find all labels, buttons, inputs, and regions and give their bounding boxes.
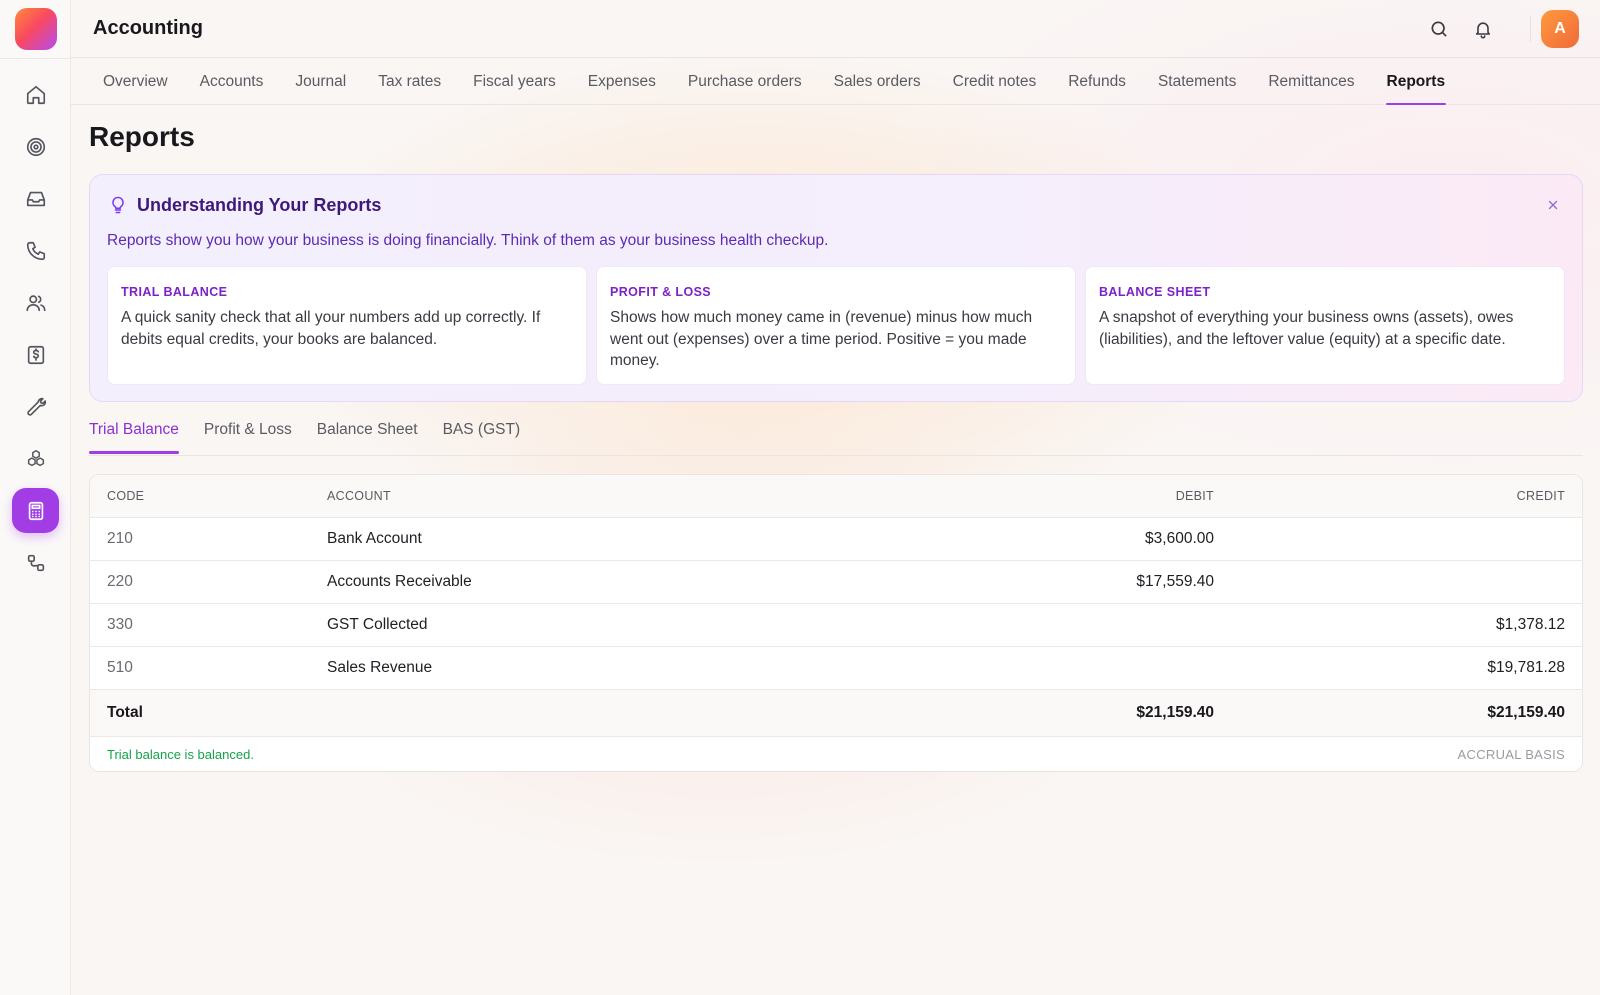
account-name: Bank Account <box>327 530 422 547</box>
lightbulb-icon <box>112 196 124 214</box>
info-title: Understanding Your Reports <box>137 195 382 215</box>
info-box-trial-balance: TRIAL BALANCE A quick sanity check that … <box>107 266 587 385</box>
app-title: Accounting <box>93 17 203 39</box>
table-row: 210 Bank Account $3,600.00 <box>90 518 1582 561</box>
table-footer: Trial balance is balanced. ACCRUAL BASIS <box>90 739 1582 771</box>
sidebar-item-home[interactable] <box>12 72 59 117</box>
sidebar-item-tools[interactable] <box>12 384 59 429</box>
notifications-button[interactable] <box>1471 17 1495 41</box>
sidebar-item-inbox[interactable] <box>12 176 59 221</box>
info-subtitle: Reports show you how your business is do… <box>107 232 829 249</box>
tab-balance-sheet[interactable]: Balance Sheet <box>317 408 418 455</box>
reports-info-card: Understanding Your Reports Reports show … <box>89 174 1583 402</box>
table-header-row: CODE ACCOUNT DEBIT CREDIT <box>90 475 1582 518</box>
credit-amount: $1,378.12 <box>1496 616 1565 633</box>
tab-trial-balance[interactable]: Trial Balance <box>89 408 179 455</box>
wrench-icon <box>26 397 46 416</box>
tab-fiscal-years[interactable]: Fiscal years <box>473 59 556 104</box>
credit-amount: $19,781.28 <box>1487 659 1565 676</box>
bell-icon <box>1475 22 1491 39</box>
inbox-icon <box>26 191 45 206</box>
users-icon <box>25 294 46 311</box>
sidebar <box>0 0 71 995</box>
info-box-balance-sheet: BALANCE SHEET A snapshot of everything y… <box>1085 266 1565 385</box>
account-code: 220 <box>107 573 133 590</box>
tab-bas-gst[interactable]: BAS (GST) <box>443 408 521 455</box>
app-logo[interactable] <box>15 8 57 50</box>
account-code: 330 <box>107 616 133 633</box>
tab-accounts[interactable]: Accounts <box>200 59 264 104</box>
info-box-profit-loss: PROFIT & LOSS Shows how much money came … <box>596 266 1076 385</box>
sidebar-item-automations[interactable] <box>12 540 59 585</box>
info-box-title: PROFIT & LOSS <box>610 285 712 299</box>
home-icon <box>26 85 45 104</box>
table-row: 330 GST Collected $1,378.12 <box>90 604 1582 647</box>
total-credit: $21,159.40 <box>1487 704 1565 721</box>
total-debit: $21,159.40 <box>1136 704 1214 721</box>
sidebar-item-billing[interactable] <box>12 332 59 377</box>
tab-purchase-orders[interactable]: Purchase orders <box>688 59 802 104</box>
info-box-text: Shows how much money came in (revenue) m… <box>610 309 1033 369</box>
tab-sales-orders[interactable]: Sales orders <box>834 59 921 104</box>
tab-journal[interactable]: Journal <box>295 59 346 104</box>
sidebar-item-contacts[interactable] <box>12 280 59 325</box>
calculator-icon <box>28 501 43 520</box>
account-name: Accounts Receivable <box>327 573 472 590</box>
accounting-subnav: Overview Accounts Journal Tax rates Fisc… <box>71 59 1600 105</box>
accounting-basis-label: ACCRUAL BASIS <box>1457 747 1565 762</box>
target-icon <box>26 137 45 156</box>
cubes-icon <box>27 449 44 466</box>
column-header-account: ACCOUNT <box>327 489 391 503</box>
close-icon <box>1548 200 1558 210</box>
tab-remittances[interactable]: Remittances <box>1268 59 1354 104</box>
tab-tax-rates[interactable]: Tax rates <box>378 59 441 104</box>
tab-refunds[interactable]: Refunds <box>1068 59 1126 104</box>
tab-statements[interactable]: Statements <box>1158 59 1236 104</box>
info-box-text: A snapshot of everything your business o… <box>1099 309 1514 348</box>
report-tabs: Trial Balance Profit & Loss Balance Shee… <box>89 408 1583 456</box>
topbar-divider <box>1530 16 1531 42</box>
workflow-icon <box>27 554 44 571</box>
info-box-title: BALANCE SHEET <box>1099 285 1211 299</box>
sidebar-divider <box>0 58 71 59</box>
info-box-title: TRIAL BALANCE <box>121 285 228 299</box>
tab-expenses[interactable]: Expenses <box>588 59 656 104</box>
tab-overview[interactable]: Overview <box>103 59 168 104</box>
tab-reports[interactable]: Reports <box>1385 59 1446 105</box>
info-box-text: A quick sanity check that all your numbe… <box>121 309 541 348</box>
tab-profit-loss[interactable]: Profit & Loss <box>204 408 292 455</box>
table-row: 220 Accounts Receivable $17,559.40 <box>90 561 1582 604</box>
sidebar-item-accounting[interactable] <box>12 488 59 533</box>
debit-amount: $17,559.40 <box>1136 573 1214 590</box>
column-header-credit: CREDIT <box>1516 489 1565 503</box>
user-avatar[interactable]: A <box>1541 10 1579 48</box>
account-name: GST Collected <box>327 616 428 633</box>
search-button[interactable] <box>1427 17 1451 41</box>
dollar-receipt-icon <box>27 345 44 364</box>
column-header-code: CODE <box>107 489 145 503</box>
total-label: Total <box>107 704 143 721</box>
trial-balance-table: CODE ACCOUNT DEBIT CREDIT 210 Bank Accou… <box>89 474 1583 772</box>
page-title: Reports <box>89 121 195 152</box>
table-row: 510 Sales Revenue $19,781.28 <box>90 647 1582 690</box>
sidebar-item-integrations[interactable] <box>12 436 59 481</box>
phone-icon <box>26 241 45 260</box>
account-code: 210 <box>107 530 133 547</box>
balance-status: Trial balance is balanced. <box>107 747 254 762</box>
search-icon <box>1431 21 1447 37</box>
account-name: Sales Revenue <box>327 659 433 676</box>
account-code: 510 <box>107 659 133 676</box>
close-button[interactable] <box>1542 194 1564 216</box>
sidebar-item-goals[interactable] <box>12 124 59 169</box>
debit-amount: $3,600.00 <box>1145 530 1214 547</box>
top-bar: Accounting A <box>71 0 1600 58</box>
tab-credit-notes[interactable]: Credit notes <box>953 59 1037 104</box>
sidebar-item-calls[interactable] <box>12 228 59 273</box>
table-total-row: Total $21,159.40 $21,159.40 <box>90 690 1582 737</box>
column-header-debit: DEBIT <box>1175 489 1214 503</box>
